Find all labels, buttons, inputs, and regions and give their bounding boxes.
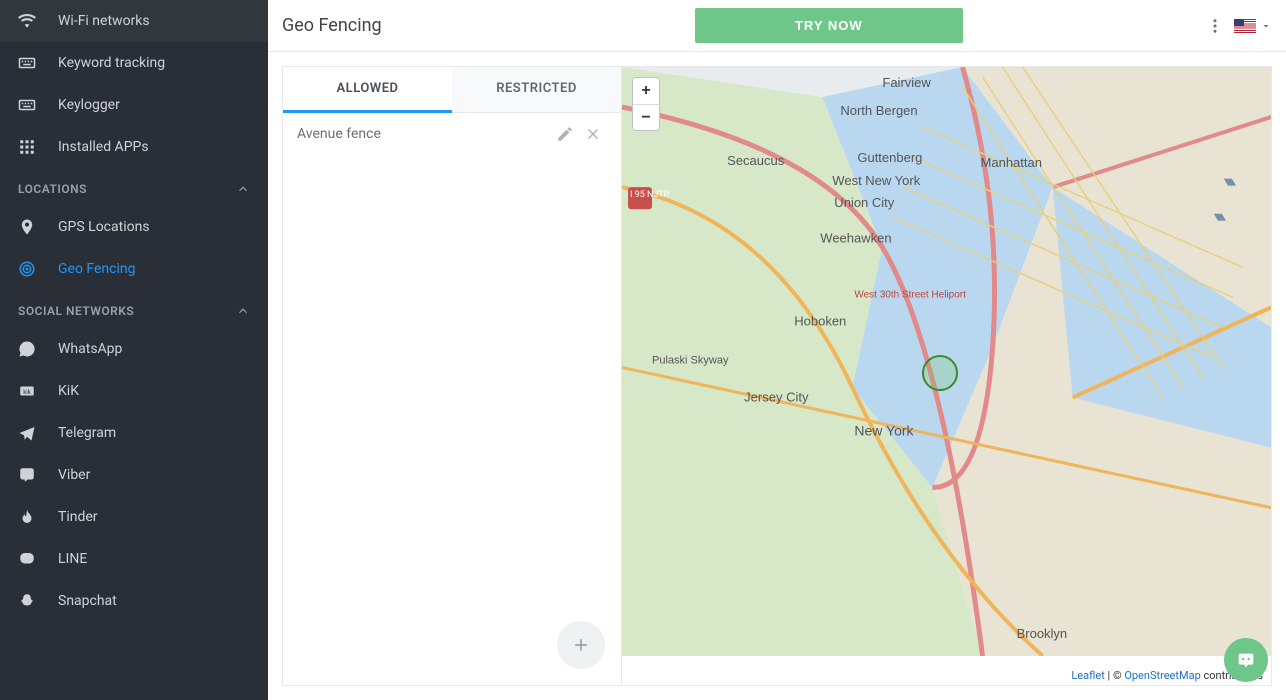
sidebar-label: Installed APPs xyxy=(58,139,149,155)
fence-panel: ALLOWED RESTRICTED Avenue fence xyxy=(282,66,622,686)
svg-text:Guttenberg: Guttenberg xyxy=(857,150,922,165)
zoom-controls: + − xyxy=(632,77,660,131)
sidebar-item-kik[interactable]: kik KiK xyxy=(0,370,268,412)
add-fence-button[interactable] xyxy=(557,621,605,669)
snapchat-icon xyxy=(18,592,36,610)
wifi-icon xyxy=(18,12,36,30)
content: ALLOWED RESTRICTED Avenue fence xyxy=(268,52,1286,700)
svg-text:West New York: West New York xyxy=(832,173,920,188)
svg-text:West 30th Street Heliport: West 30th Street Heliport xyxy=(854,289,966,300)
chevron-up-icon xyxy=(236,182,250,196)
sidebar-label: Keylogger xyxy=(58,97,120,113)
svg-text:Jersey City: Jersey City xyxy=(744,390,809,405)
sidebar-label: Geo Fencing xyxy=(58,261,136,277)
section-title: SOCIAL NETWORKS xyxy=(18,304,134,318)
flag-us-icon xyxy=(1234,19,1256,33)
kik-icon: kik xyxy=(18,382,36,400)
svg-text:Manhattan: Manhattan xyxy=(981,155,1042,170)
pin-icon xyxy=(18,218,36,236)
page-title: Geo Fencing xyxy=(282,15,382,36)
sidebar-item-tinder[interactable]: Tinder xyxy=(0,496,268,538)
sidebar-item-line[interactable]: LINE xyxy=(0,538,268,580)
line-icon xyxy=(18,550,36,568)
svg-text:Pulaski Skyway: Pulaski Skyway xyxy=(652,354,729,366)
svg-text:New York: New York xyxy=(854,423,914,439)
sidebar-label: GPS Locations xyxy=(58,219,150,235)
target-icon xyxy=(18,260,36,278)
chevron-up-icon xyxy=(236,304,250,318)
svg-text:kik: kik xyxy=(23,389,32,396)
close-icon[interactable] xyxy=(579,125,607,143)
sidebar-label: KiK xyxy=(58,383,79,399)
sidebar-item-viber[interactable]: Viber xyxy=(0,454,268,496)
tab-allowed[interactable]: ALLOWED xyxy=(283,66,452,113)
sidebar: Wi-Fi networks Keyword tracking Keylogge… xyxy=(0,0,268,700)
sidebar-section-locations[interactable]: LOCATIONS xyxy=(0,168,268,206)
chat-icon xyxy=(1235,649,1257,671)
fence-name: Avenue fence xyxy=(297,126,551,142)
sidebar-item-whatsapp[interactable]: WhatsApp xyxy=(0,328,268,370)
svg-text:Weehawken: Weehawken xyxy=(820,230,891,245)
more-icon[interactable] xyxy=(1206,17,1224,35)
geofence-circle[interactable] xyxy=(922,355,958,391)
svg-text:Brooklyn: Brooklyn xyxy=(1017,626,1068,641)
sidebar-item-wifi[interactable]: Wi-Fi networks xyxy=(0,0,268,42)
sidebar-label: Viber xyxy=(58,467,90,483)
map[interactable]: Fairview North Bergen Guttenberg Secaucu… xyxy=(622,66,1272,686)
try-now-button[interactable]: TRY NOW xyxy=(695,8,963,43)
svg-text:Hoboken: Hoboken xyxy=(794,313,846,328)
fence-list: Avenue fence xyxy=(283,113,621,685)
sidebar-label: WhatsApp xyxy=(58,341,122,357)
zoom-in-button[interactable]: + xyxy=(633,78,659,104)
sidebar-section-social[interactable]: SOCIAL NETWORKS xyxy=(0,290,268,328)
sidebar-item-snapchat[interactable]: Snapchat xyxy=(0,580,268,622)
svg-text:Secaucus: Secaucus xyxy=(727,153,785,168)
chat-button[interactable] xyxy=(1224,638,1268,682)
sidebar-label: Telegram xyxy=(58,425,116,441)
sidebar-item-keyword[interactable]: Keyword tracking xyxy=(0,42,268,84)
main: Geo Fencing TRY NOW ALLOWED RESTRICTED A… xyxy=(268,0,1286,700)
keyboard-icon xyxy=(18,54,36,72)
sidebar-label: Wi-Fi networks xyxy=(58,13,150,29)
leaflet-link[interactable]: Leaflet xyxy=(1071,669,1104,682)
svg-text:Fairview: Fairview xyxy=(882,75,931,90)
svg-text:Union City: Union City xyxy=(834,195,894,210)
viber-icon xyxy=(18,466,36,484)
plus-icon xyxy=(571,635,591,655)
tinder-icon xyxy=(18,508,36,526)
sidebar-label: Snapchat xyxy=(58,593,117,609)
telegram-icon xyxy=(18,424,36,442)
chevron-down-icon xyxy=(1260,20,1272,32)
sidebar-label: Keyword tracking xyxy=(58,55,165,71)
header: Geo Fencing TRY NOW xyxy=(268,0,1286,52)
apps-icon xyxy=(18,138,36,156)
sidebar-item-gps[interactable]: GPS Locations xyxy=(0,206,268,248)
tabs: ALLOWED RESTRICTED xyxy=(283,66,621,113)
sidebar-item-geofencing[interactable]: Geo Fencing xyxy=(0,248,268,290)
tab-restricted[interactable]: RESTRICTED xyxy=(452,66,621,112)
sidebar-label: LINE xyxy=(58,551,87,567)
zoom-out-button[interactable]: − xyxy=(633,104,659,130)
sidebar-item-telegram[interactable]: Telegram xyxy=(0,412,268,454)
svg-text:North Bergen: North Bergen xyxy=(840,103,917,118)
language-selector[interactable] xyxy=(1234,19,1272,33)
section-title: LOCATIONS xyxy=(18,182,87,196)
edit-icon[interactable] xyxy=(551,125,579,143)
osm-link[interactable]: OpenStreetMap xyxy=(1124,669,1200,682)
whatsapp-icon xyxy=(18,340,36,358)
sidebar-item-keylogger[interactable]: Keylogger xyxy=(0,84,268,126)
keylogger-icon xyxy=(18,96,36,114)
fence-row[interactable]: Avenue fence xyxy=(283,113,621,155)
sidebar-label: Tinder xyxy=(58,509,98,525)
sidebar-item-apps[interactable]: Installed APPs xyxy=(0,126,268,168)
svg-text:I 95 NJTP: I 95 NJTP xyxy=(630,190,670,200)
